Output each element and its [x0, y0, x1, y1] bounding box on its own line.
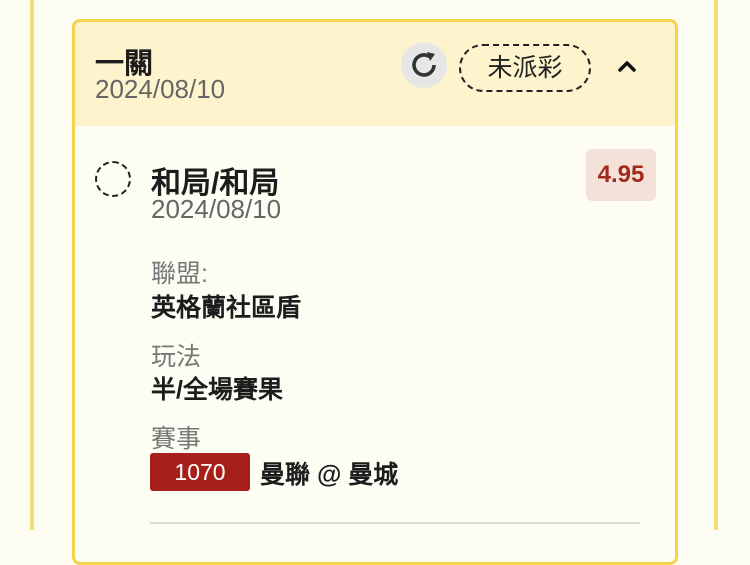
selection-date: 2024/08/10 — [151, 194, 282, 224]
odds-badge: 4.95 — [586, 149, 656, 201]
bet-ticket-card: 一關 2024/08/10 未派彩 和局/和局 2024/08/10 4.95 … — [72, 19, 678, 565]
page-border-left — [30, 0, 34, 530]
league-value: 英格蘭社區盾 — [151, 294, 302, 322]
play-type-label: 玩法 — [151, 343, 202, 371]
match-id-badge: 1070 — [150, 453, 250, 491]
chevron-up-icon — [618, 61, 636, 72]
ticket-date: 2024/08/10 — [95, 74, 226, 104]
divider — [150, 522, 640, 524]
match-teams: 曼聯 @ 曼城 — [260, 461, 399, 489]
selection-radio[interactable] — [95, 161, 131, 197]
collapse-button[interactable] — [615, 54, 639, 78]
play-type-value: 半/全場賽果 — [151, 376, 283, 404]
refresh-icon — [412, 52, 436, 77]
league-label: 聯盟: — [151, 260, 208, 288]
ticket-header[interactable]: 一關 2024/08/10 未派彩 — [75, 22, 675, 126]
match-label: 賽事 — [151, 425, 202, 453]
refresh-button[interactable] — [401, 42, 447, 88]
page-border-right — [714, 0, 718, 530]
payout-status-badge: 未派彩 — [459, 44, 591, 92]
